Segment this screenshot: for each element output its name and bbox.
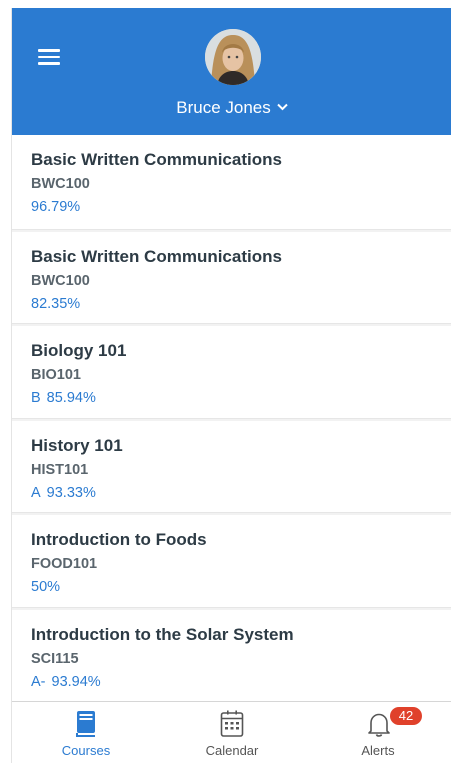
course-grade: 96.79%: [31, 198, 451, 216]
course-card[interactable]: Introduction to Foods FOOD101 50%: [12, 513, 451, 608]
course-letter-grade: A-: [31, 673, 46, 690]
menu-icon[interactable]: [38, 49, 60, 65]
user-name: Bruce Jones: [176, 98, 271, 117]
course-grade: 50%: [31, 578, 451, 596]
tab-bar: Courses Calendar 42 Alerts: [12, 701, 451, 763]
course-title: Introduction to Foods: [31, 530, 207, 549]
course-letter-grade: A: [31, 484, 41, 501]
alerts-count-badge: 42: [390, 707, 422, 725]
course-card[interactable]: Introduction to the Solar System SCI115 …: [12, 607, 451, 702]
course-title: Basic Written Communications: [31, 246, 282, 266]
calendar-icon: [220, 710, 244, 737]
tab-label: Courses: [61, 743, 111, 758]
course-code: FOOD101: [31, 556, 98, 572]
course-title: Introduction to the Solar System: [31, 624, 294, 644]
course-code: BWC100: [31, 176, 90, 192]
course-title: Basic Written Communications: [31, 150, 282, 169]
tab-calendar[interactable]: Calendar: [172, 702, 292, 763]
course-score: 93.33%: [46, 484, 96, 501]
tab-label: Calendar: [205, 743, 259, 758]
course-card[interactable]: Basic Written Communications BWC100 96.7…: [12, 135, 451, 230]
user-menu-toggle[interactable]: Bruce Jones: [12, 96, 451, 120]
tab-courses[interactable]: Courses: [26, 702, 146, 763]
bell-icon: [368, 713, 390, 737]
course-grade: A 93.33%: [31, 484, 451, 502]
course-list: Basic Written Communications BWC100 96.7…: [12, 135, 451, 702]
chevron-down-icon: [277, 96, 288, 116]
header: Bruce Jones: [12, 8, 451, 135]
course-grade: A- 93.94%: [31, 673, 451, 691]
tab-label: Alerts: [361, 743, 395, 758]
course-card[interactable]: Basic Written Communications BWC100 82.3…: [12, 229, 451, 324]
course-code: BIO101: [31, 367, 81, 383]
course-title: History 101: [31, 435, 123, 455]
tab-alerts[interactable]: 42 Alerts: [318, 702, 438, 763]
app-frame: Bruce Jones Basic Written Communications…: [11, 8, 451, 763]
course-letter-grade: B: [31, 390, 41, 406]
course-score: 93.94%: [51, 673, 101, 690]
course-code: BWC100: [31, 272, 90, 289]
course-code: HIST101: [31, 461, 89, 478]
course-card[interactable]: Biology 101 BIO101 B 85.94%: [12, 324, 451, 419]
course-grade: 82.35%: [31, 295, 451, 313]
course-code: SCI115: [31, 650, 79, 667]
course-score: 96.79%: [31, 199, 81, 215]
course-card[interactable]: History 101 HIST101 A 93.33%: [12, 418, 451, 513]
course-title: Biology 101: [31, 341, 127, 360]
course-score: 82.35%: [31, 295, 81, 312]
courses-book-icon: [76, 711, 95, 737]
avatar[interactable]: [205, 29, 261, 85]
course-grade: B 85.94%: [31, 389, 451, 407]
course-score: 50%: [31, 579, 61, 595]
course-score: 85.94%: [46, 390, 96, 406]
